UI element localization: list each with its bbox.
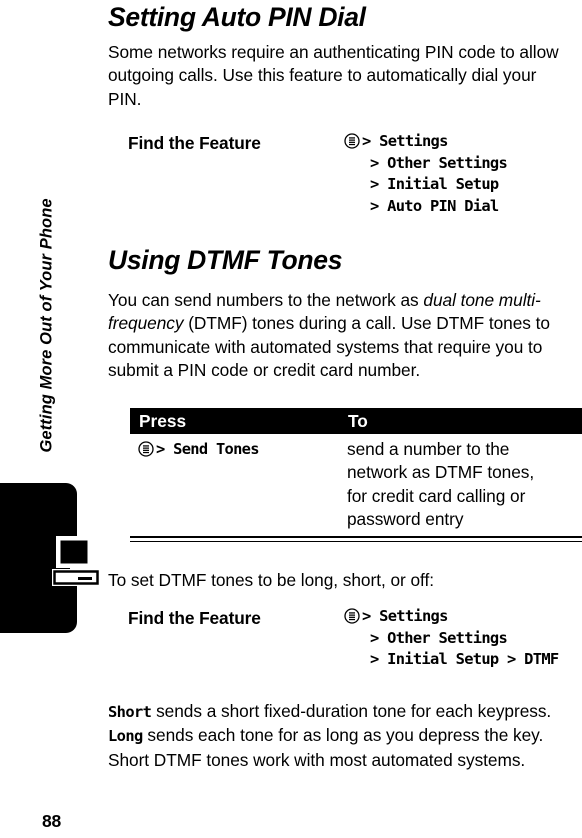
menu-path-step: > Initial Setup > DTMF [370, 650, 559, 668]
menu-path-step: > Initial Setup [370, 175, 499, 193]
find-the-feature-label: Find the Feature [128, 608, 261, 628]
page-content: Setting Auto PIN Dial Some networks requ… [108, 0, 582, 838]
running-head: Getting More Out of Your Phone [37, 198, 56, 453]
left-rail: Getting More Out of Your Phone [0, 0, 120, 838]
dtmf-intro-part-1: You can send numbers to the network as [108, 290, 424, 310]
table-header-row: Press To [130, 408, 582, 434]
dtmf-intro-paragraph: You can send numbers to the network as d… [108, 289, 574, 382]
column-header-press: Press [139, 411, 187, 431]
find-the-feature-label: Find the Feature [128, 133, 261, 153]
closing-text-2: sends each tone for as long as you depre… [108, 725, 544, 770]
dtmf-settings-lead-in: To set DTMF tones to be long, short, or … [108, 570, 434, 590]
menu-key-icon [344, 608, 360, 624]
cell-press-text: > Send Tones [156, 440, 259, 458]
cell-to: send a number to the network as DTMF ton… [347, 439, 535, 529]
menu-path-step: > Other Settings [370, 628, 508, 647]
auto-pin-dial-paragraph: Some networks require an authenticating … [108, 42, 559, 109]
menu-path-step: > Other Settings [370, 153, 508, 172]
term-long: Long [108, 727, 143, 746]
manual-page: Getting More Out of Your Phone Setting A… [0, 0, 582, 838]
press-to-table: Press To > Send Tones send a number to t… [130, 408, 582, 529]
menu-key-icon [138, 441, 154, 457]
closing-text-1: sends a short fixed-duration tone for ea… [151, 701, 552, 721]
term-short: Short [108, 703, 152, 721]
cell-press: > Send Tones [138, 440, 259, 458]
section-title-dtmf: Using DTMF Tones [108, 245, 343, 275]
menu-path-step: > Auto PIN Dial [370, 196, 499, 215]
page-number: 88 [42, 811, 62, 831]
column-header-to: To [348, 411, 368, 431]
table-bottom-rule [130, 536, 582, 542]
rule-line [130, 540, 582, 542]
closing-paragraph: Short sends a short fixed-duration tone … [108, 700, 574, 772]
menu-path-step-text: > Settings [362, 607, 448, 625]
menu-key-icon [344, 133, 360, 149]
menu-path-step: > Settings [344, 606, 558, 628]
table-row: > Send Tones send a number to the networ… [130, 434, 582, 529]
menu-path-step: > Settings [344, 131, 507, 153]
page-title: Setting Auto PIN Dial [108, 2, 366, 32]
rule-line [130, 536, 582, 538]
menu-path-1: > Settings > Other Settings > Initial Se… [344, 131, 508, 217]
menu-path-2: > Settings > Other Settings > Initial Se… [344, 606, 559, 671]
menu-path-step-text: > Settings [362, 132, 448, 150]
